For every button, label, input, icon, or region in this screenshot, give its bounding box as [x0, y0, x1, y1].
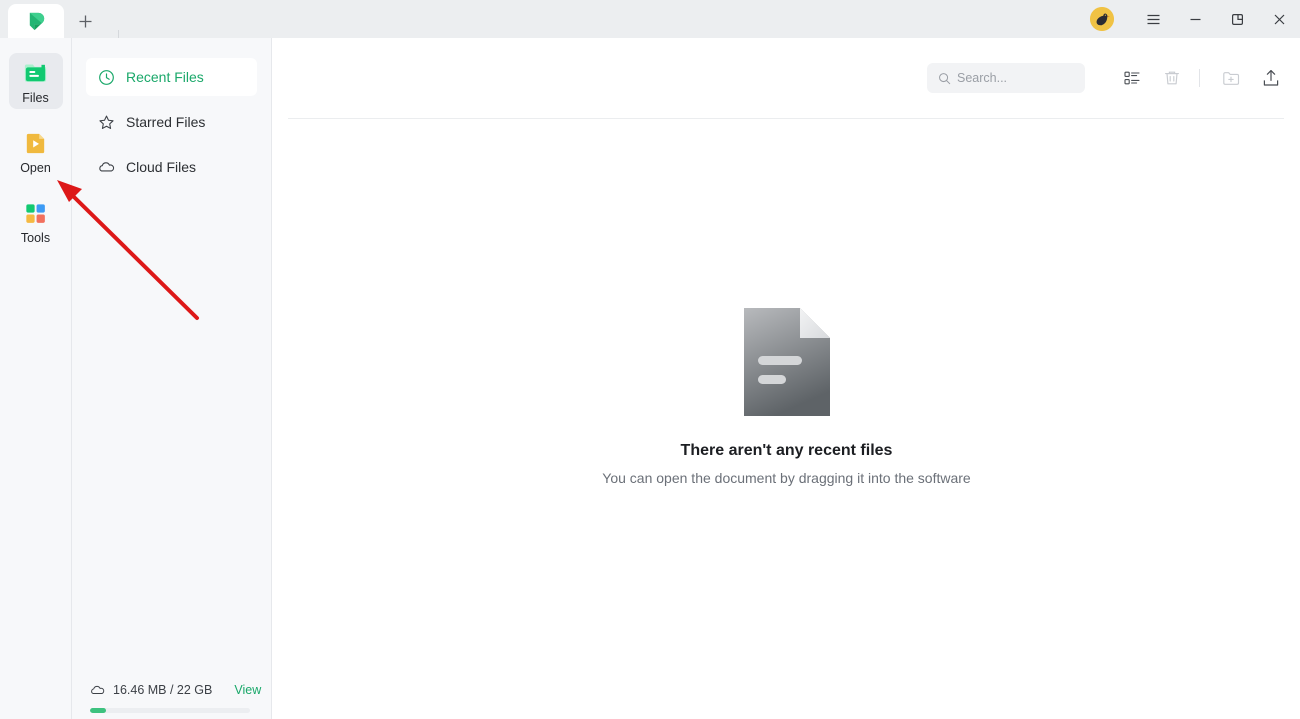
- storage-progress-fill: [90, 708, 106, 713]
- left-rail: Files Open Tools: [0, 38, 72, 719]
- cloud-icon: [90, 683, 105, 698]
- rail-item-open[interactable]: Open: [9, 123, 63, 179]
- empty-state: There aren't any recent files You can op…: [273, 308, 1300, 486]
- files-folder-icon: [22, 59, 50, 87]
- nav-item-starred-files[interactable]: Starred Files: [86, 103, 257, 141]
- storage-status: 16.46 MB / 22 GB View: [72, 677, 272, 719]
- hamburger-menu-icon: [1147, 14, 1159, 24]
- rail-item-files[interactable]: Files: [8, 53, 63, 109]
- rail-item-label: Tools: [20, 231, 51, 245]
- content-toolbar: Search...: [273, 38, 1300, 118]
- star-icon: [98, 114, 115, 131]
- nav-list: Recent Files Starred Files Cloud Files: [72, 38, 271, 186]
- list-view-button[interactable]: [1117, 63, 1147, 93]
- nav-item-label: Starred Files: [126, 114, 206, 130]
- empty-state-title: There aren't any recent files: [680, 442, 893, 459]
- plus-icon: [79, 15, 91, 27]
- trash-icon: [1165, 71, 1179, 85]
- nav-item-label: Recent Files: [126, 69, 204, 85]
- open-play-document-icon: [22, 129, 50, 157]
- upload-button[interactable]: [1256, 63, 1286, 93]
- close-icon: [1274, 14, 1284, 24]
- maximize-button[interactable]: [1216, 0, 1258, 38]
- delete-button[interactable]: [1157, 63, 1187, 93]
- list-view-icon: [1124, 71, 1140, 85]
- search-placeholder: Search...: [957, 71, 1008, 85]
- main-content: Search... There aren't any recent files …: [273, 38, 1300, 719]
- empty-state-subtitle: You can open the document by dragging it…: [602, 470, 971, 486]
- nav-panel: Recent Files Starred Files Cloud Files 1…: [72, 38, 272, 719]
- app-window: Files Open Tools Recent Files Starred Fi…: [0, 0, 1300, 719]
- maximize-restore-icon: [1231, 13, 1243, 25]
- new-folder-button[interactable]: [1216, 63, 1246, 93]
- new-tab-button[interactable]: [66, 4, 104, 38]
- rail-item-label: Files: [22, 91, 49, 105]
- rail-item-tools[interactable]: Tools: [9, 193, 63, 249]
- search-icon: [938, 72, 951, 85]
- toolbar-separator: [1199, 69, 1200, 87]
- close-button[interactable]: [1258, 0, 1300, 38]
- title-bar: [0, 0, 1300, 38]
- rail-item-label: Open: [20, 161, 51, 175]
- storage-view-link[interactable]: View: [234, 683, 261, 697]
- search-input[interactable]: Search...: [927, 63, 1085, 93]
- user-avatar-bird-icon[interactable]: [1090, 7, 1114, 31]
- cloud-icon: [98, 159, 115, 176]
- tab-strip: [0, 0, 104, 38]
- nav-item-label: Cloud Files: [126, 159, 197, 175]
- bird-glyph-icon: [1090, 7, 1114, 31]
- tab-document-1[interactable]: [8, 4, 64, 38]
- nav-item-recent-files[interactable]: Recent Files: [86, 58, 257, 96]
- tab-divider: [118, 30, 119, 38]
- window-controls: [1090, 0, 1300, 38]
- minimize-button[interactable]: [1174, 0, 1216, 38]
- main-menu-button[interactable]: [1132, 0, 1174, 38]
- storage-usage-text: 16.46 MB / 22 GB: [113, 683, 213, 697]
- nav-item-cloud-files[interactable]: Cloud Files: [86, 148, 257, 186]
- toolbar-divider: [288, 118, 1284, 119]
- storage-progress-bar: [90, 708, 250, 713]
- upload-icon: [1263, 70, 1279, 86]
- tools-grid-icon: [22, 199, 50, 227]
- document-placeholder-icon: [743, 308, 830, 416]
- clock-icon: [98, 69, 115, 86]
- minimize-icon: [1190, 18, 1200, 20]
- app-logo-p-icon: [29, 12, 44, 30]
- new-folder-icon: [1223, 72, 1240, 85]
